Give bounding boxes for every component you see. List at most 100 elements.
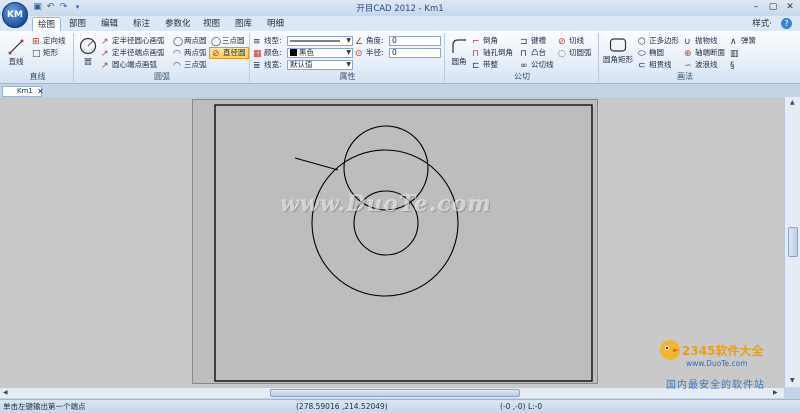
spring-button[interactable]: ∧ 弹簧	[730, 36, 756, 47]
angle-icon: ∠	[355, 37, 364, 47]
tab-annotate[interactable]: 标注	[128, 17, 155, 31]
tangent-line-button[interactable]: ⊘ 切线	[558, 36, 584, 47]
ribbon: 直线 ⊞ 定向线 □ 矩形 直线 圆 ↗ 定半径圆心画弧 ◯两点圆 ◯三点圆 ↗ 定半径…	[0, 31, 800, 84]
hatch-button[interactable]: ▥	[730, 48, 741, 59]
drawing-svg	[214, 104, 593, 382]
scroll-left-icon[interactable]: ◀	[3, 389, 8, 396]
rectangle-button[interactable]: □ 矩形	[32, 48, 58, 59]
common-tangent-button[interactable]: ∞ 公切线	[520, 60, 554, 71]
maximize-button[interactable]: ▢	[765, 1, 781, 14]
polygon-button[interactable]: ⬡ 正多边形	[638, 36, 679, 47]
close-button[interactable]: ✕	[782, 1, 798, 14]
line-button[interactable]: 直线	[6, 39, 26, 67]
hatch-fill-icon: §	[730, 61, 735, 71]
rubber-band-line	[294, 157, 339, 171]
tangent-arc-button[interactable]: ◌ 切圆弧	[558, 48, 592, 59]
chevron-down-icon: ▼	[346, 49, 351, 56]
polygon-icon: ⬡	[638, 37, 646, 47]
style-menu[interactable]: 样式·	[752, 17, 772, 31]
intersection-line-button[interactable]: ⊂ 相贯线	[638, 60, 672, 71]
app-logo[interactable]: KM	[2, 2, 28, 28]
diameter-circle-icon: ⊘	[212, 49, 220, 59]
two-point-circle-button[interactable]: ◯两点圆	[173, 36, 207, 47]
document-tab[interactable]: Km1 ✕	[2, 86, 44, 97]
rectangle-icon: □	[32, 49, 41, 59]
tab-view[interactable]: 视图	[198, 17, 225, 31]
tab-library[interactable]: 图库	[230, 17, 257, 31]
cursor-coordinates: (278.59016 ,214.52049)	[296, 402, 388, 411]
tangent-arc-icon: ◌	[558, 49, 566, 59]
keyway-button[interactable]: ⊐ 键槽	[520, 36, 546, 47]
two-point-arc-button[interactable]: ◠ 两点弧	[173, 48, 207, 59]
hatch-icon: ▥	[730, 49, 739, 59]
band-button[interactable]: ⊏ 带整	[472, 60, 498, 71]
directional-line-icon: ⊞	[32, 37, 40, 47]
help-icon[interactable]: ?	[781, 18, 792, 29]
shaft-section-icon: ⊕	[684, 49, 692, 59]
linewidth-select[interactable]: 默认值 ▼	[287, 60, 353, 70]
center-endpoint-arc-button[interactable]: ↗ 圆心端点画弧	[101, 60, 157, 71]
arc-center-icon: ↗	[101, 61, 109, 71]
wave-line-button[interactable]: ∽ 波浪线	[684, 60, 718, 71]
tab-draw[interactable]: 绘图	[32, 17, 62, 31]
line-icon	[8, 39, 24, 55]
relative-coordinates: (-0 ,-0) L:-0	[500, 402, 543, 411]
rounded-rect-icon	[609, 38, 627, 52]
radius-icon: ⊙	[355, 49, 363, 59]
linetype-select[interactable]: ▼	[287, 36, 353, 46]
large-circle[interactable]	[311, 149, 459, 297]
radius-input[interactable]: 0	[389, 48, 441, 58]
arc-group: 圆 ↗ 定半径圆心画弧 ◯两点圆 ◯三点圆 ↗ 定半径端点画弧 ◠ 两点弧 ⊘ 直径圆 …	[75, 33, 250, 82]
parabola-icon: ∪	[684, 37, 691, 47]
ellipse-icon: ⬭	[638, 49, 646, 59]
circle-two-point-icon: ◯	[173, 37, 184, 47]
vertical-scroll-thumb[interactable]	[788, 227, 798, 257]
linewidth-icon: ≣	[253, 61, 261, 71]
directional-line-button[interactable]: ⊞ 定向线	[32, 36, 66, 47]
color-label: ▦ 颜色:	[253, 48, 282, 59]
solid-line-preview	[290, 40, 340, 42]
diameter-circle-button[interactable]: ⊘ 直径圆	[209, 47, 249, 59]
tangent-line-icon: ⊘	[558, 37, 566, 47]
rounded-rect-button[interactable]: 圆角矩形	[602, 37, 634, 65]
color-swatch	[290, 49, 297, 56]
ellipse-button[interactable]: ⬭ 椭圆	[638, 48, 664, 59]
hatch-fill-button[interactable]: §	[730, 60, 741, 71]
tab-parametric[interactable]: 参数化	[160, 17, 196, 31]
horizontal-scroll-thumb[interactable]	[270, 389, 520, 397]
chamfer-button[interactable]: ⌐ 倒角	[472, 36, 498, 47]
minimize-button[interactable]: –	[748, 1, 764, 14]
tab-section[interactable]: 部图	[64, 17, 91, 31]
line-group: 直线 ⊞ 定向线 □ 矩形 直线	[2, 33, 74, 82]
parabola-button[interactable]: ∪ 抛物线	[684, 36, 718, 47]
scroll-up-icon[interactable]: ▲	[790, 99, 795, 106]
chamfer-icon: ⌐	[472, 37, 480, 47]
status-message: 单击左键输出第一个端点	[3, 402, 86, 411]
three-point-circle-button[interactable]: ◯三点圆	[211, 36, 245, 47]
arc-three-point-icon: ◠	[173, 61, 181, 71]
shaft-hole-chamfer-button[interactable]: ⊓ 轴孔倒角	[472, 48, 513, 59]
three-point-arc-button[interactable]: ◠ 三点弧	[173, 60, 207, 71]
document-tab-bar: Km1 ✕	[0, 85, 800, 97]
close-icon[interactable]: ✕	[37, 87, 44, 96]
angle-input[interactable]: 0	[389, 36, 441, 46]
watermark-text: www.DuoTe.com	[280, 191, 492, 217]
fixed-radius-center-arc-button[interactable]: ↗ 定半径圆心画弧	[101, 36, 165, 47]
shaft-section-button[interactable]: ⊕ 轴端断面	[684, 48, 725, 59]
color-select[interactable]: 黑色 ▼	[287, 48, 353, 58]
tab-detail[interactable]: 明细	[262, 17, 289, 31]
fixed-radius-endpoint-arc-button[interactable]: ↗ 定半径端点画弧	[101, 48, 165, 59]
overlay-slogan: 国内最安全的软件站	[666, 380, 765, 391]
tangent-group: 圆角 ⌐ 倒角 ⊐ 键槽 ⊘ 切线 ⊓ 轴孔倒角 ⊓ 凸台 ◌ 切圆弧 ⊏ 带整 ∞ 公切线 公…	[446, 33, 599, 82]
site-logo-overlay: 2345软件大全 www.DuoTe.com 国内最安全的软件站	[656, 338, 796, 398]
drawing-canvas[interactable]	[192, 99, 598, 384]
intersection-icon: ⊂	[638, 61, 646, 71]
shaft-hole-icon: ⊓	[472, 49, 480, 59]
circle-button[interactable]: 圆	[77, 37, 99, 67]
fillet-icon	[452, 39, 466, 53]
circle-icon	[79, 37, 97, 55]
tab-edit[interactable]: 编辑	[96, 17, 123, 31]
fillet-button[interactable]: 圆角	[448, 37, 470, 67]
boss-button[interactable]: ⊓ 凸台	[520, 48, 546, 59]
chevron-down-icon: ▼	[346, 61, 351, 68]
